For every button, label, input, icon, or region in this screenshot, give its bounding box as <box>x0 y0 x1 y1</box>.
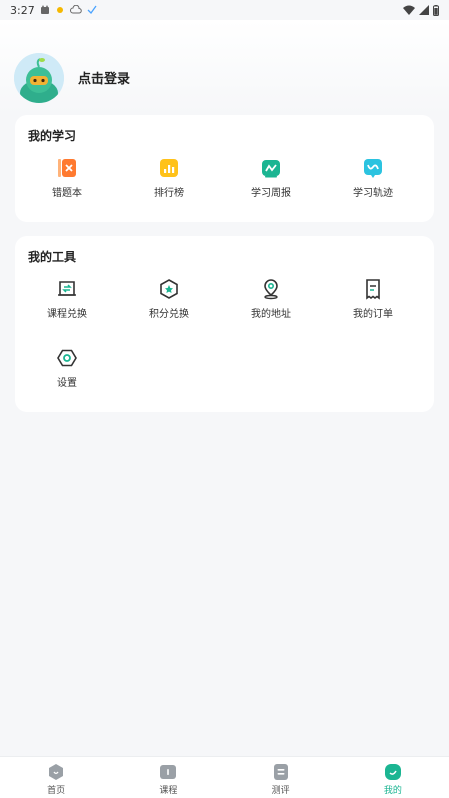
status-time: 3:27 <box>10 3 35 17</box>
assessment-icon <box>273 764 288 780</box>
profile-header: 点击登录 <box>0 20 449 115</box>
status-right <box>403 4 439 16</box>
points-exchange-icon <box>158 278 180 300</box>
course-exchange-label: 课程兑换 <box>47 309 87 320</box>
ranking-label: 排行榜 <box>154 188 184 199</box>
settings-button[interactable]: 设置 <box>15 347 119 389</box>
tab-assessment[interactable]: 测评 <box>225 757 337 798</box>
weekly-report-icon <box>260 157 282 179</box>
wifi-icon <box>403 5 415 15</box>
login-link[interactable]: 点击登录 <box>78 68 130 87</box>
my-study-card: 我的学习 错题本 排行榜 学习周报 学习轨迹 <box>15 115 434 222</box>
course-exchange-button[interactable]: 课程兑换 <box>15 278 119 320</box>
orders-button[interactable]: 我的订单 <box>321 278 425 320</box>
tab-home[interactable]: 首页 <box>0 757 112 798</box>
address-icon <box>260 278 282 300</box>
ranking-icon <box>158 157 180 179</box>
sun-icon <box>56 7 63 13</box>
points-exchange-button[interactable]: 积分兑换 <box>117 278 221 320</box>
course-icon <box>160 765 177 779</box>
my-tools-card: 我的工具 课程兑换 积分兑换 我的地址 我的订单 设置 <box>15 236 434 412</box>
wrong-questions-button[interactable]: 错题本 <box>15 157 119 199</box>
weekly-report-button[interactable]: 学习周报 <box>219 157 323 199</box>
battery-icon <box>433 4 439 16</box>
signal-icon <box>419 5 429 15</box>
status-bar: 3:27 <box>0 0 449 20</box>
settings-label: 设置 <box>57 378 77 389</box>
orders-label: 我的订单 <box>353 309 393 320</box>
bottom-tab-bar: 首页 课程 测评 我的 <box>0 756 449 798</box>
wrong-questions-label: 错题本 <box>52 188 82 199</box>
check-icon <box>87 5 97 15</box>
notification-app-icon <box>40 5 49 14</box>
profile-icon <box>384 764 401 780</box>
wrong-questions-icon <box>56 157 78 179</box>
settings-icon <box>56 347 78 369</box>
learning-track-label: 学习轨迹 <box>353 188 393 199</box>
address-label: 我的地址 <box>251 309 291 320</box>
tab-profile-label: 我的 <box>383 786 402 796</box>
weekly-report-label: 学习周报 <box>251 188 291 199</box>
tab-course-label: 课程 <box>159 786 178 796</box>
my-study-title: 我的学习 <box>28 129 77 143</box>
points-exchange-label: 积分兑换 <box>149 309 189 320</box>
my-tools-title: 我的工具 <box>28 250 77 264</box>
mascot-avatar-icon <box>14 53 64 103</box>
avatar[interactable] <box>14 53 64 103</box>
orders-icon <box>362 278 384 300</box>
tab-assessment-label: 测评 <box>271 786 290 796</box>
learning-track-button[interactable]: 学习轨迹 <box>321 157 425 199</box>
course-exchange-icon <box>56 278 78 300</box>
status-left: 3:27 <box>10 4 97 17</box>
tab-home-label: 首页 <box>47 786 66 796</box>
home-icon <box>49 764 64 780</box>
cloud-icon <box>69 5 82 14</box>
ranking-button[interactable]: 排行榜 <box>117 157 221 199</box>
learning-track-icon <box>362 157 384 179</box>
tab-course[interactable]: 课程 <box>112 757 224 798</box>
address-button[interactable]: 我的地址 <box>219 278 323 320</box>
tab-profile[interactable]: 我的 <box>337 757 449 798</box>
